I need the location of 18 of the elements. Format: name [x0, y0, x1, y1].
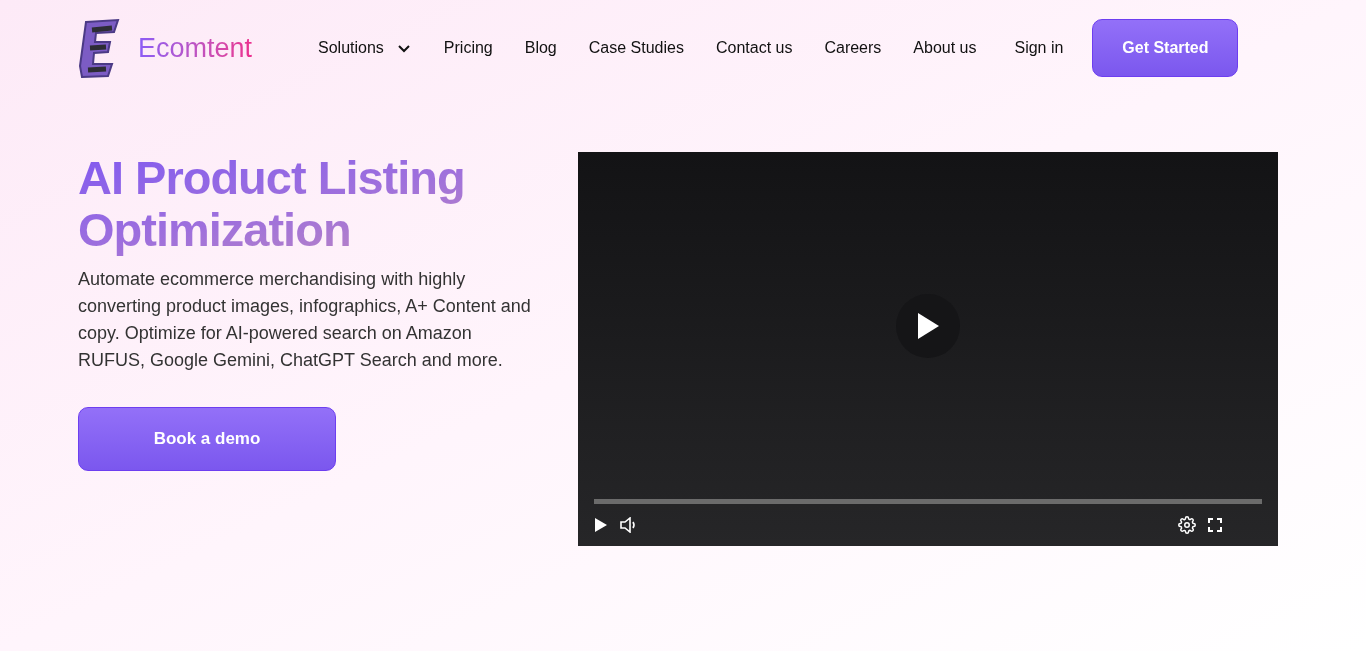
book-demo-button[interactable]: Book a demo [78, 407, 336, 471]
nav-link[interactable]: About us [913, 36, 977, 60]
play-icon[interactable] [594, 517, 608, 533]
nav-link[interactable]: Blog [524, 36, 557, 60]
nav-link[interactable]: Pricing [443, 36, 493, 60]
nav-link[interactable]: Careers [824, 36, 882, 60]
hero-description: Automate ecommerce merchandising with highly converting product images, infographics, A+ Content and copy. Optimize for AI-powered search on Amazon RUFUS, Google Gemini, ChatGPT Search and more. [78, 268, 532, 372]
nav-link[interactable]: Solutions [318, 36, 412, 60]
logo-icon [78, 18, 120, 78]
nav-link[interactable]: Contact us [715, 36, 793, 60]
settings-icon[interactable] [1178, 516, 1196, 534]
nav-link[interactable]: Case Studies [588, 36, 684, 60]
volume-icon[interactable] [620, 517, 638, 533]
play-icon [916, 311, 940, 340]
sign-in-link[interactable]: Sign in [1014, 36, 1064, 60]
fullscreen-icon[interactable] [1208, 518, 1222, 532]
progress-track[interactable] [594, 499, 1262, 504]
get-started-button[interactable]: Get Started [1092, 19, 1239, 77]
